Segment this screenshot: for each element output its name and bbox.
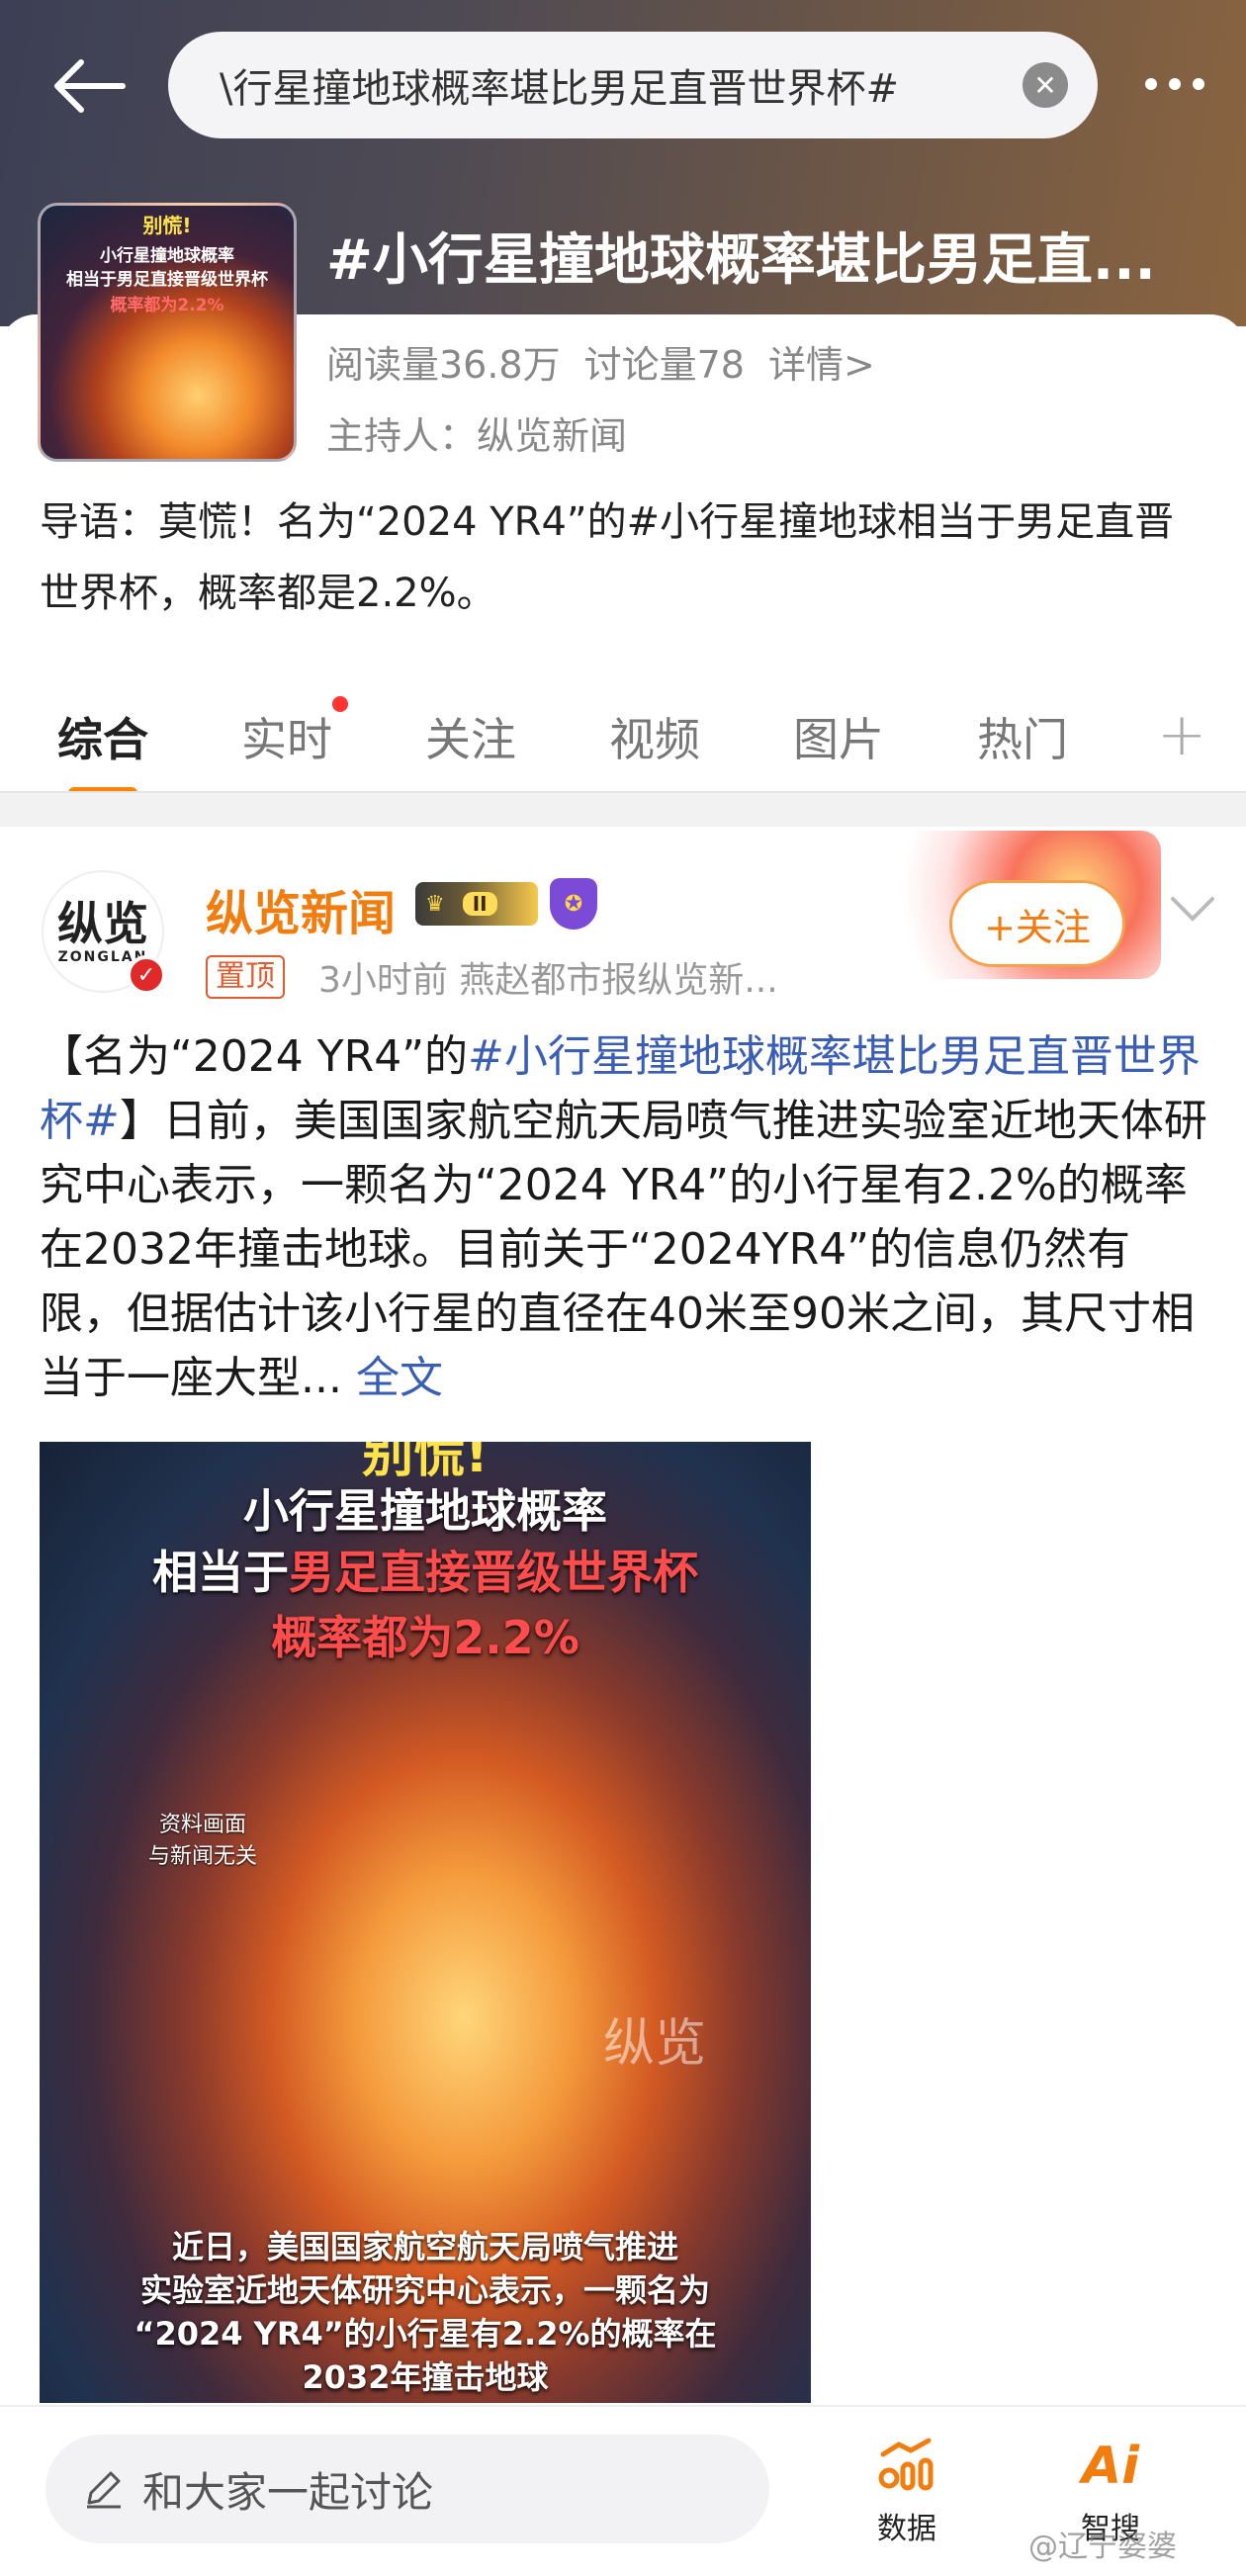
topic-stats: 阅读量36.8万 讨论量78 详情>	[326, 334, 875, 389]
tab-bar: 综合 实时 关注 视频 图片 热门 +	[0, 682, 1246, 799]
discussion-count: 讨论量78	[583, 343, 745, 387]
tab-realtime[interactable]: 实时	[241, 696, 348, 769]
image-caption-line: 2032年撞击地球	[302, 2358, 549, 2396]
add-tab-icon[interactable]: +	[1157, 700, 1206, 769]
search-input[interactable]: \行星撞地球概率堪比男足直晋世界杯# ✕	[168, 32, 1098, 138]
tab-label: 图片	[793, 713, 884, 766]
image-disclaimer-line: 与新闻无关	[148, 1844, 258, 1869]
follow-button[interactable]: +关注	[949, 880, 1125, 967]
image-caption-line: 近日，美国国家航空航天局喷气推进	[171, 2228, 678, 2265]
data-button[interactable]: 数据	[843, 2435, 971, 2547]
image-headline: 小行星撞地球概率	[243, 1484, 607, 1538]
tab-hot[interactable]: 热门	[977, 704, 1068, 769]
tab-images[interactable]: 图片	[793, 704, 884, 769]
comment-placeholder: 和大家一起讨论	[142, 2467, 434, 2517]
details-link[interactable]: 详情>	[768, 334, 875, 389]
avatar-logo-text: 纵览	[57, 897, 148, 950]
image-caption-line: “2024 YR4”的小行星有2.2%的概率在	[134, 2315, 717, 2353]
clear-search-icon[interactable]: ✕	[1023, 62, 1068, 108]
tab-comprehensive[interactable]: 综合	[57, 704, 148, 799]
data-label: 数据	[877, 2512, 936, 2546]
post-body: 【名为“2024 YR4”的#小行星撞地球概率堪比男足直晋世界杯#】日前，美国国…	[40, 1024, 1216, 1410]
search-query-text: \行星撞地球概率堪比男足直晋世界杯#	[220, 66, 899, 112]
post-body-prefix: 【名为“2024 YR4”的	[40, 1031, 468, 1082]
shield-badge-icon[interactable]: ✪	[550, 878, 597, 930]
section-divider	[0, 791, 1246, 827]
read-count: 阅读量36.8万	[326, 343, 561, 387]
image-subheadline-prefix: 相当于	[152, 1546, 289, 1599]
chevron-down-icon[interactable]	[1165, 882, 1220, 937]
post-meta: 3小时前 燕赵都市报纵览新...	[318, 960, 778, 1001]
comment-input[interactable]: 和大家一起讨论	[45, 2435, 769, 2543]
host-label: 主持人：	[326, 414, 478, 458]
watermark-credit: @辽宁婆婆	[1028, 2530, 1177, 2564]
post-body-text: 】日前，美国国家航空航天局喷气推进实验室近地天体研究中心表示，一颗名为“2024…	[40, 1096, 1207, 1403]
verified-icon: ✓	[127, 955, 166, 995]
tab-video[interactable]: 视频	[609, 704, 700, 769]
pinned-badge: 置顶	[206, 955, 285, 999]
ai-icon: Ai	[1081, 2437, 1140, 2496]
cover-line: 相当于男足直接晋级世界杯	[66, 270, 268, 290]
post-image[interactable]: 别慌! 小行星撞地球概率 相当于男足直接晋级世界杯 概率都为2.2% 资料画面 …	[40, 1442, 811, 2403]
cover-headline: 别慌!	[142, 214, 192, 237]
image-watermark: 纵览	[603, 2014, 707, 2074]
image-subheadline: 相当于男足直接晋级世界杯	[40, 1537, 811, 1602]
back-arrow-icon	[54, 59, 126, 113]
back-button[interactable]	[51, 51, 134, 121]
chart-icon	[878, 2438, 934, 2491]
host-name[interactable]: 纵览新闻	[477, 414, 627, 458]
image-disclaimer-line: 资料画面	[159, 1813, 247, 1837]
tab-label: 综合	[57, 713, 148, 766]
tab-label: 视频	[609, 713, 700, 766]
notification-dot	[332, 696, 348, 712]
image-disclaimer: 资料画面 与新闻无关	[148, 1810, 257, 1873]
pencil-icon	[87, 2471, 121, 2509]
author-name[interactable]: 纵览新闻	[206, 874, 396, 943]
topic-intro: 导语：莫慌！名为“2024 YR4”的#小行星撞地球相当于男足直晋世界杯，概率都…	[40, 499, 1175, 616]
tab-following[interactable]: 关注	[425, 704, 516, 769]
topic-title: #小行星撞地球概率堪比男足直...	[326, 228, 1156, 293]
more-options-icon[interactable]	[1135, 59, 1214, 109]
topic-host: 主持人：纵览新闻	[326, 405, 627, 460]
tab-label: 关注	[425, 713, 516, 766]
image-caption: 近日，美国国家航空航天局喷气推进 实验室近地天体研究中心表示，一颗名为 “202…	[40, 2225, 811, 2403]
tab-label: 热门	[977, 713, 1068, 766]
tab-label: 实时	[241, 713, 332, 766]
level-badge: II	[462, 892, 497, 916]
image-caption-line: 实验室近地天体研究中心表示，一颗名为	[139, 2271, 710, 2309]
image-probability: 概率都为2.2%	[271, 1611, 579, 1664]
image-subheadline-red: 男足直接晋级世界杯	[289, 1546, 698, 1599]
cover-line-red: 概率都为2.2%	[110, 296, 224, 315]
full-text-link[interactable]: 全文	[356, 1353, 443, 1403]
cover-line: 小行星撞地球概率	[100, 246, 234, 266]
crown-badge-icon[interactable]: ♛ II	[415, 882, 538, 926]
topic-cover-image[interactable]: 别慌! 小行星撞地球概率 相当于男足直接晋级世界杯 概率都为2.2%	[38, 203, 297, 462]
